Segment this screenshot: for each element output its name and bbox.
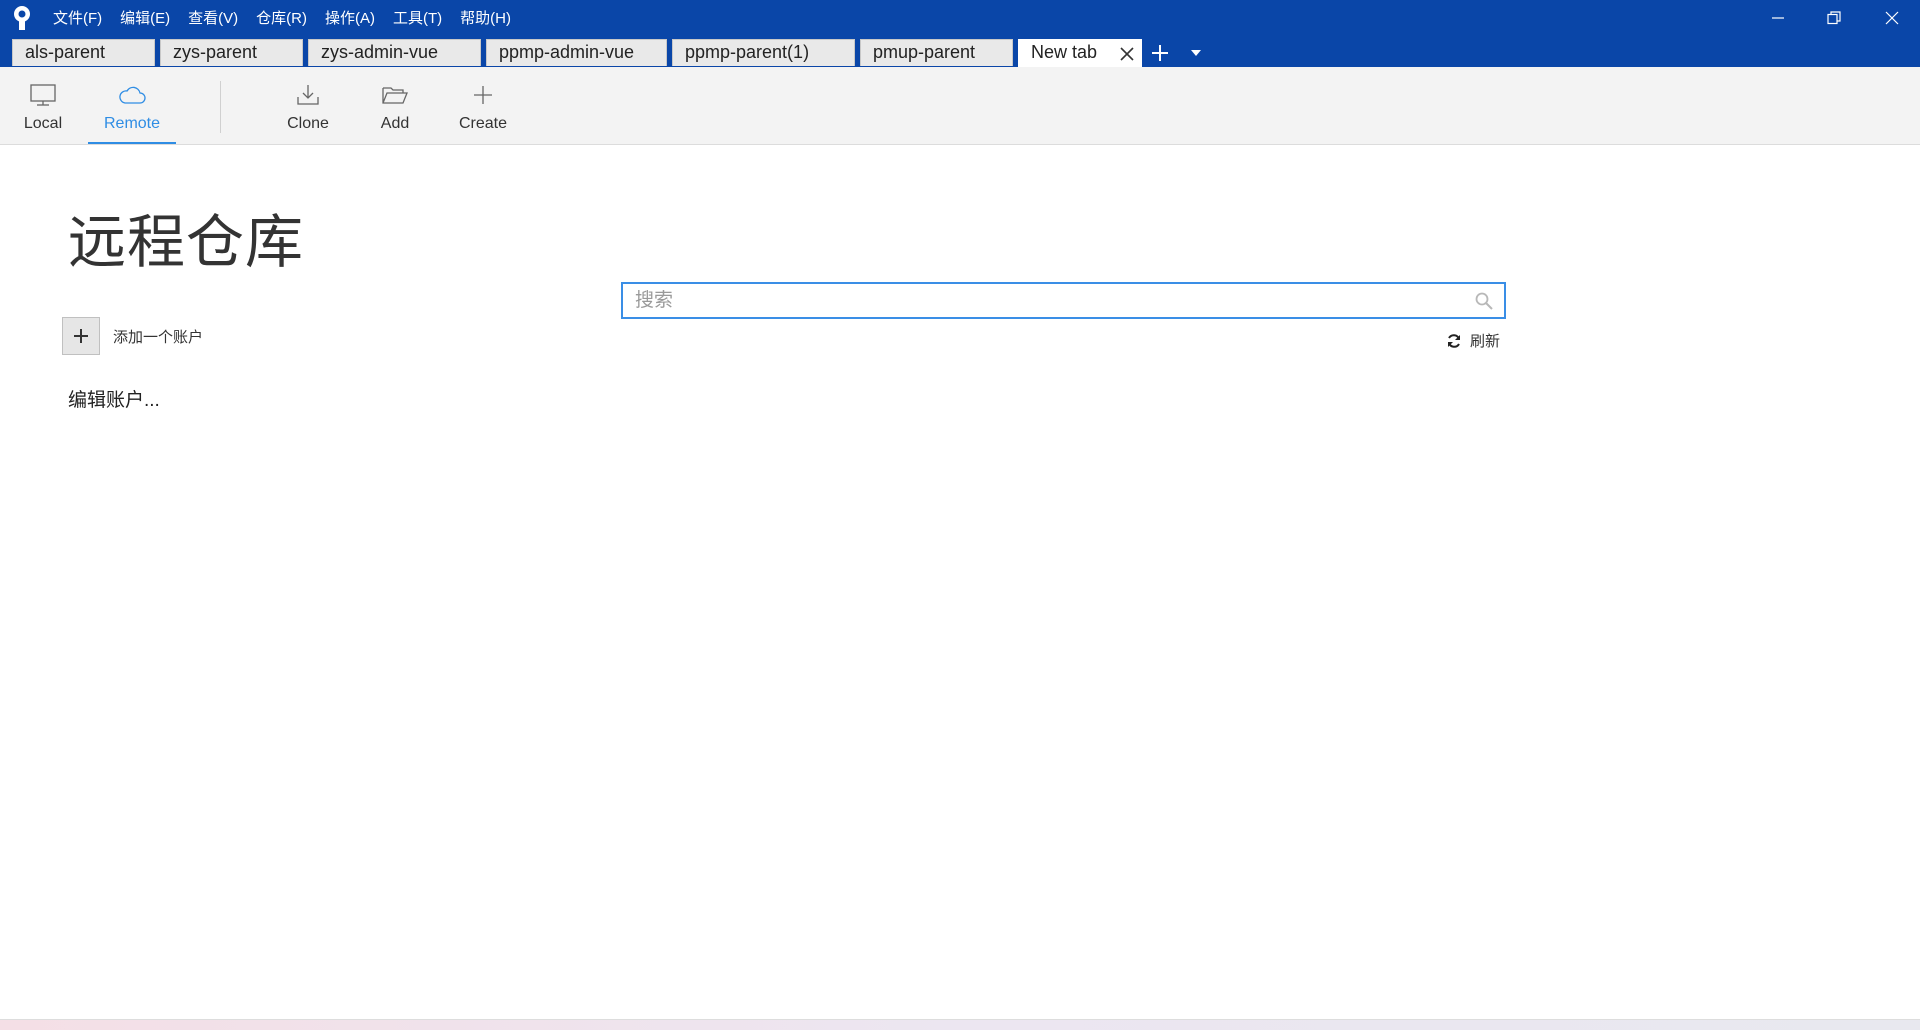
menu-bar: 文件(F) 编辑(E) 查看(V) 仓库(R) 操作(A) 工具(T) 帮助(H… [53,0,529,35]
tab-ppmp-parent-1[interactable]: ppmp-parent(1) [672,39,855,66]
clone-button[interactable]: Clone [280,67,336,144]
search-icon[interactable] [1474,291,1494,311]
add-button[interactable]: Add [374,67,416,144]
create-label: Create [458,115,508,132]
tab-pmup-parent[interactable]: pmup-parent [860,39,1013,66]
tab-zys-admin-vue[interactable]: zys-admin-vue [308,39,481,66]
remote-button[interactable]: Remote [88,67,176,144]
active-tab-indicator [88,142,176,144]
restore-button[interactable] [1806,0,1862,35]
new-tab-plus-icon[interactable] [1150,43,1170,63]
search-input[interactable] [635,284,1465,317]
cloud-icon [119,86,146,104]
local-button[interactable]: Local [18,67,68,144]
restore-icon [1827,10,1841,24]
tab-bar: als-parent zys-parent zys-admin-vue ppmp… [0,35,1920,67]
tab-label: New tab [1031,42,1098,62]
local-label: Local [23,115,63,132]
edit-accounts-link[interactable]: 编辑账户... [68,385,160,412]
tab-label: ppmp-admin-vue [499,42,635,62]
tab-label: zys-parent [173,42,258,62]
tab-label: pmup-parent [873,42,976,62]
title-bar: 文件(F) 编辑(E) 查看(V) 仓库(R) 操作(A) 工具(T) 帮助(H… [0,0,1920,35]
sourcetree-logo-icon [14,6,30,30]
minimize-button[interactable] [1750,0,1806,35]
menu-help[interactable]: 帮助(H) [460,7,511,28]
plus-icon [474,86,492,104]
add-label: Add [380,115,410,132]
tab-als-parent[interactable]: als-parent [12,39,155,66]
toolbar: Local Remote Clone Add Create [0,67,1920,145]
menu-actions[interactable]: 操作(A) [325,7,375,28]
refresh-icon [1448,333,1460,348]
close-window-button[interactable] [1864,0,1920,35]
tab-label: als-parent [25,42,106,62]
add-account-button[interactable] [62,317,100,355]
menu-tools[interactable]: 工具(T) [393,7,442,28]
monitor-icon [30,84,56,106]
plus-icon [74,329,88,343]
taskbar-edge [0,1019,1920,1030]
clone-label: Clone [287,115,329,132]
remote-label: Remote [103,115,161,132]
tab-zys-parent[interactable]: zys-parent [160,39,303,66]
close-tab-icon[interactable] [1119,46,1135,62]
search-box [621,282,1506,319]
toolbar-divider [220,81,221,133]
minimize-icon [1772,16,1784,19]
refresh-button[interactable]: 刷新 [1446,330,1500,351]
menu-edit[interactable]: 编辑(E) [120,7,170,28]
add-account-label[interactable]: 添加一个账户 [113,326,203,347]
tab-list-dropdown-icon[interactable] [1190,49,1202,57]
tab-label: zys-admin-vue [321,42,439,62]
tab-label: ppmp-parent(1) [685,42,810,62]
page-title: 远程仓库 [68,210,305,275]
menu-repository[interactable]: 仓库(R) [256,7,307,28]
menu-view[interactable]: 查看(V) [188,7,238,28]
tab-new-tab[interactable]: New tab [1018,39,1142,67]
download-icon [297,85,319,105]
refresh-label: 刷新 [1470,333,1501,350]
create-button[interactable]: Create [456,67,510,144]
tab-ppmp-admin-vue[interactable]: ppmp-admin-vue [486,39,667,66]
folder-open-icon [382,87,408,104]
menu-file[interactable]: 文件(F) [53,7,102,28]
close-icon [1885,11,1899,24]
